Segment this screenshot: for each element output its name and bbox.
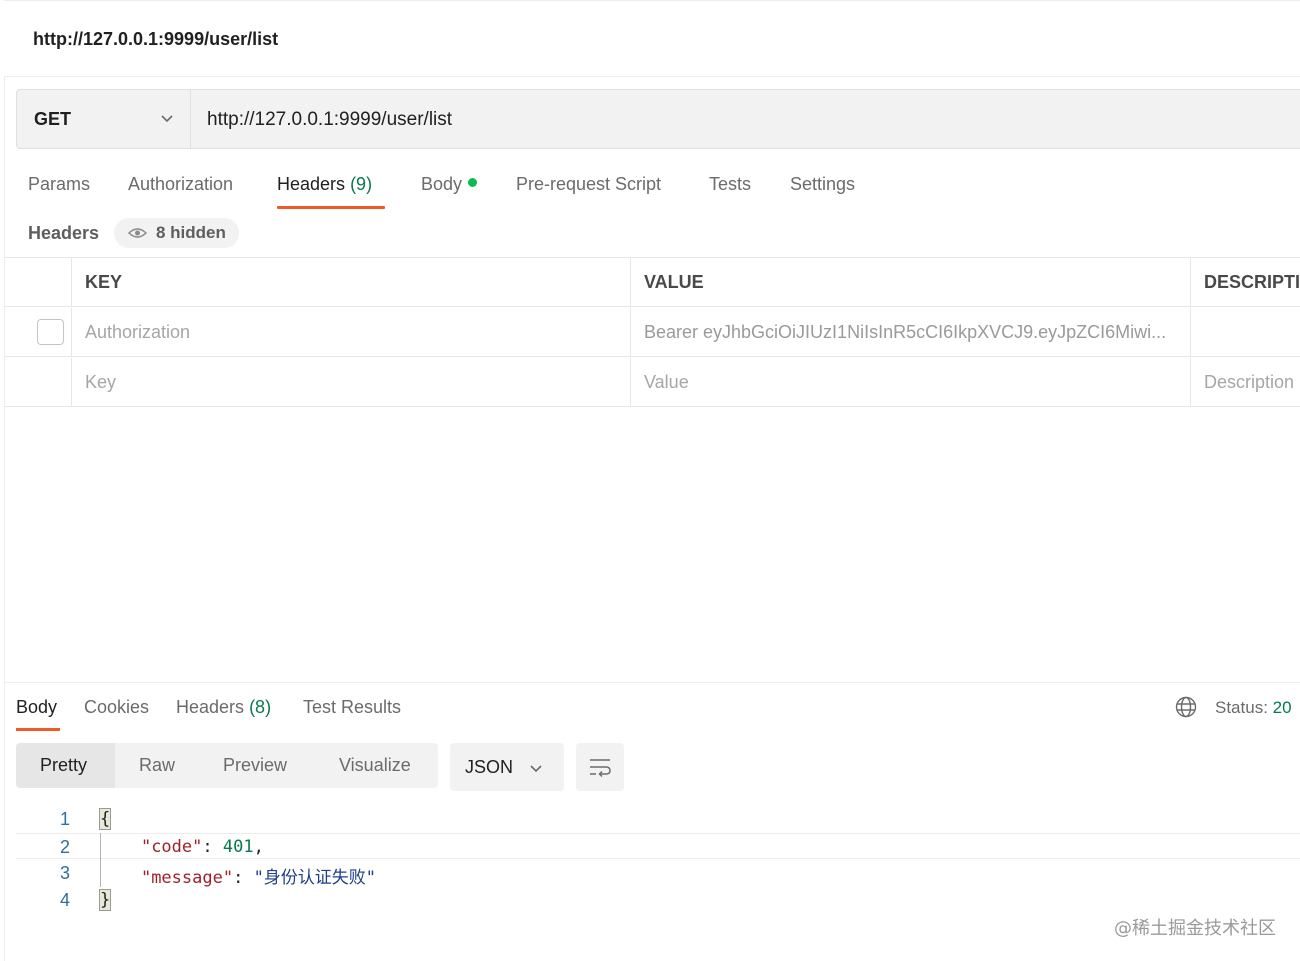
close-brace: } [98,889,112,911]
response-tab-test-results[interactable]: Test Results [303,697,401,718]
body-indicator-dot [468,178,478,187]
headers-table: KEY VALUE DESCRIPTI Authorization Bearer… [4,257,1300,407]
url-bar: GET http://127.0.0.1:9999/user/list [16,89,1300,149]
column-header-value-label: VALUE [644,272,704,292]
response-tab-headers[interactable]: Headers (8) [176,697,271,718]
view-preview-label: Preview [223,755,288,775]
code-text: "message": "身份认证失败" [140,868,377,888]
request-title[interactable]: http://127.0.0.1:9999/user/list [33,29,278,50]
tab-pre-request-script[interactable]: Pre-request Script [516,174,661,195]
open-brace: { [98,808,112,830]
column-header-key: KEY [71,258,630,307]
code-text: { [98,808,112,830]
panel-left-border [4,77,5,961]
new-value-placeholder: Value [644,372,689,392]
code-line: 2 "code": 401, [16,833,1300,859]
format-dropdown[interactable]: JSON [450,743,564,791]
response-body-editor[interactable]: 1 { 2 "code": 401, 3 "message": "身份认证失败"… [16,806,1300,916]
chevron-down-icon [530,765,542,773]
json-key-code: "code" [140,837,203,857]
response-divider[interactable] [4,682,1300,683]
wrap-lines-button[interactable] [576,743,624,791]
tab-body[interactable]: Body [421,174,478,195]
response-tab-cookies[interactable]: Cookies [84,697,149,718]
column-header-value: VALUE [630,258,1190,307]
active-tab-underline [277,206,385,209]
new-key-placeholder: Key [85,372,117,392]
header-key-text: Authorization [85,322,191,342]
view-raw-label: Raw [139,755,176,775]
tab-headers[interactable]: Headers (9) [277,174,372,195]
view-preview-button[interactable]: Preview [199,743,315,788]
code-line: 3 "message": "身份认证失败" [16,860,1300,888]
code-line: 1 { [16,806,1300,832]
table-row-new: Key Value Description [4,358,1300,407]
new-value-input[interactable]: Value [630,358,1190,407]
url-input[interactable]: http://127.0.0.1:9999/user/list [207,109,452,131]
json-key-message: "message" [140,868,234,888]
hidden-headers-label: 8 hidden [156,223,226,242]
status-label: Status: [1215,698,1268,717]
column-header-description-label: DESCRIPTI [1204,272,1300,292]
code-text: "code": 401, [140,837,264,857]
view-visualize-label: Visualize [339,755,411,775]
headers-label: Headers [28,223,100,243]
indent-guide [100,833,101,887]
method-label: GET [34,109,72,129]
tab-headers-count: (9) [350,174,373,194]
code-text: } [98,889,112,911]
json-value-message: "身份认证失败" [253,868,377,888]
response-tab-body[interactable]: Body [16,697,57,718]
column-header-key-label: KEY [85,272,123,292]
watermark: @稀土掘金技术社区 [1114,918,1276,939]
view-pretty-label: Pretty [40,755,88,775]
code-line: 4 } [16,887,1300,913]
header-description-cell[interactable] [1190,308,1300,357]
chevron-down-icon [161,115,173,123]
tab-body-label: Body [421,174,463,194]
header-value-text: Bearer eyJhbGciOiJIUzI1NiIsInR5cCI6IkpXV… [644,322,1167,342]
table-row: Authorization Bearer eyJhbGciOiJIUzI1NiI… [4,308,1300,357]
header-key-cell[interactable]: Authorization [71,308,630,357]
json-value-code: 401 [222,837,254,857]
view-visualize-button[interactable]: Visualize [315,743,438,788]
response-tab-headers-count: (8) [249,697,272,717]
view-raw-button[interactable]: Raw [115,743,199,788]
line-number: 1 [59,809,70,829]
format-label: JSON [465,757,514,777]
header-value-cell[interactable]: Bearer eyJhbGciOiJIUzI1NiIsInR5cCI6IkpXV… [630,308,1190,357]
tab-settings[interactable]: Settings [790,174,855,195]
method-dropdown[interactable]: GET [17,90,191,148]
header-enable-checkbox[interactable] [37,319,64,345]
line-number: 4 [59,890,70,910]
response-tab-headers-label: Headers [176,697,245,717]
hidden-headers-toggle[interactable]: 8 hidden [114,218,239,248]
new-description-placeholder: Description [1204,372,1295,392]
view-mode-group: Pretty Raw Preview Visualize [16,743,438,788]
column-header-description: DESCRIPTI [1190,258,1300,307]
line-number: 3 [59,863,70,883]
tab-authorization[interactable]: Authorization [128,174,233,195]
new-key-input[interactable]: Key [71,358,630,407]
wrap-lines-icon [590,759,611,778]
response-active-underline [16,728,60,731]
tab-tests[interactable]: Tests [709,174,751,195]
response-status: Status: 20 [1215,698,1292,718]
line-number: 2 [59,837,70,857]
eye-icon [128,228,147,238]
globe-icon[interactable] [1175,696,1197,718]
new-description-input[interactable]: Description [1190,358,1300,407]
view-pretty-button[interactable]: Pretty [16,743,115,788]
request-title-bar: http://127.0.0.1:9999/user/list [4,0,1300,77]
status-code: 20 [1272,698,1292,717]
tab-params[interactable]: Params [28,174,90,195]
tab-headers-label: Headers [277,174,346,194]
table-header-row: KEY VALUE DESCRIPTI [4,258,1300,307]
